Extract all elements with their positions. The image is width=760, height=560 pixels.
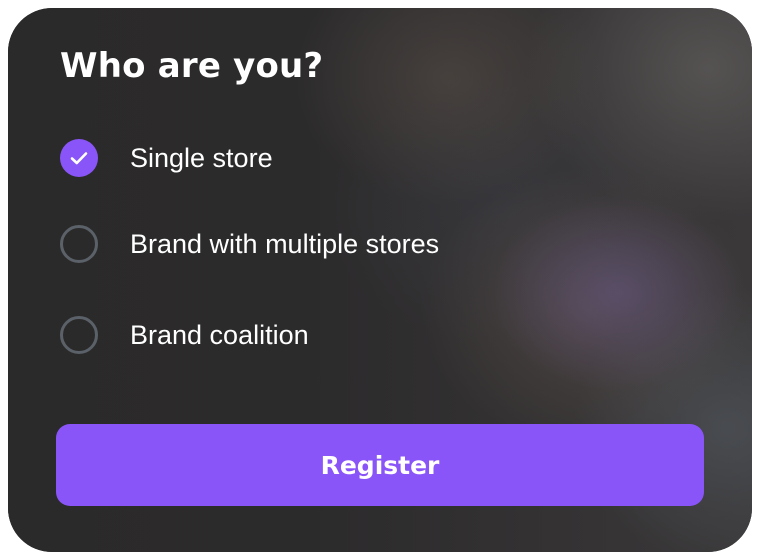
option-single-store[interactable]: Single store (60, 130, 700, 186)
check-icon (70, 152, 88, 165)
form-title: Who are you? (60, 46, 324, 86)
option-label-single-store: Single store (130, 142, 273, 173)
register-button[interactable]: Register (56, 424, 704, 506)
radio-brand-multiple-stores[interactable] (60, 225, 98, 263)
radio-brand-coalition[interactable] (60, 316, 98, 354)
option-brand-coalition[interactable]: Brand coalition (60, 307, 700, 363)
option-label-brand-coalition: Brand coalition (130, 319, 309, 350)
radio-single-store[interactable] (60, 139, 98, 177)
option-brand-multiple-stores[interactable]: Brand with multiple stores (60, 216, 700, 272)
option-label-brand-multiple-stores: Brand with multiple stores (130, 228, 440, 259)
role-selection-card: Who are you? Single store Brand with mul… (8, 8, 752, 552)
